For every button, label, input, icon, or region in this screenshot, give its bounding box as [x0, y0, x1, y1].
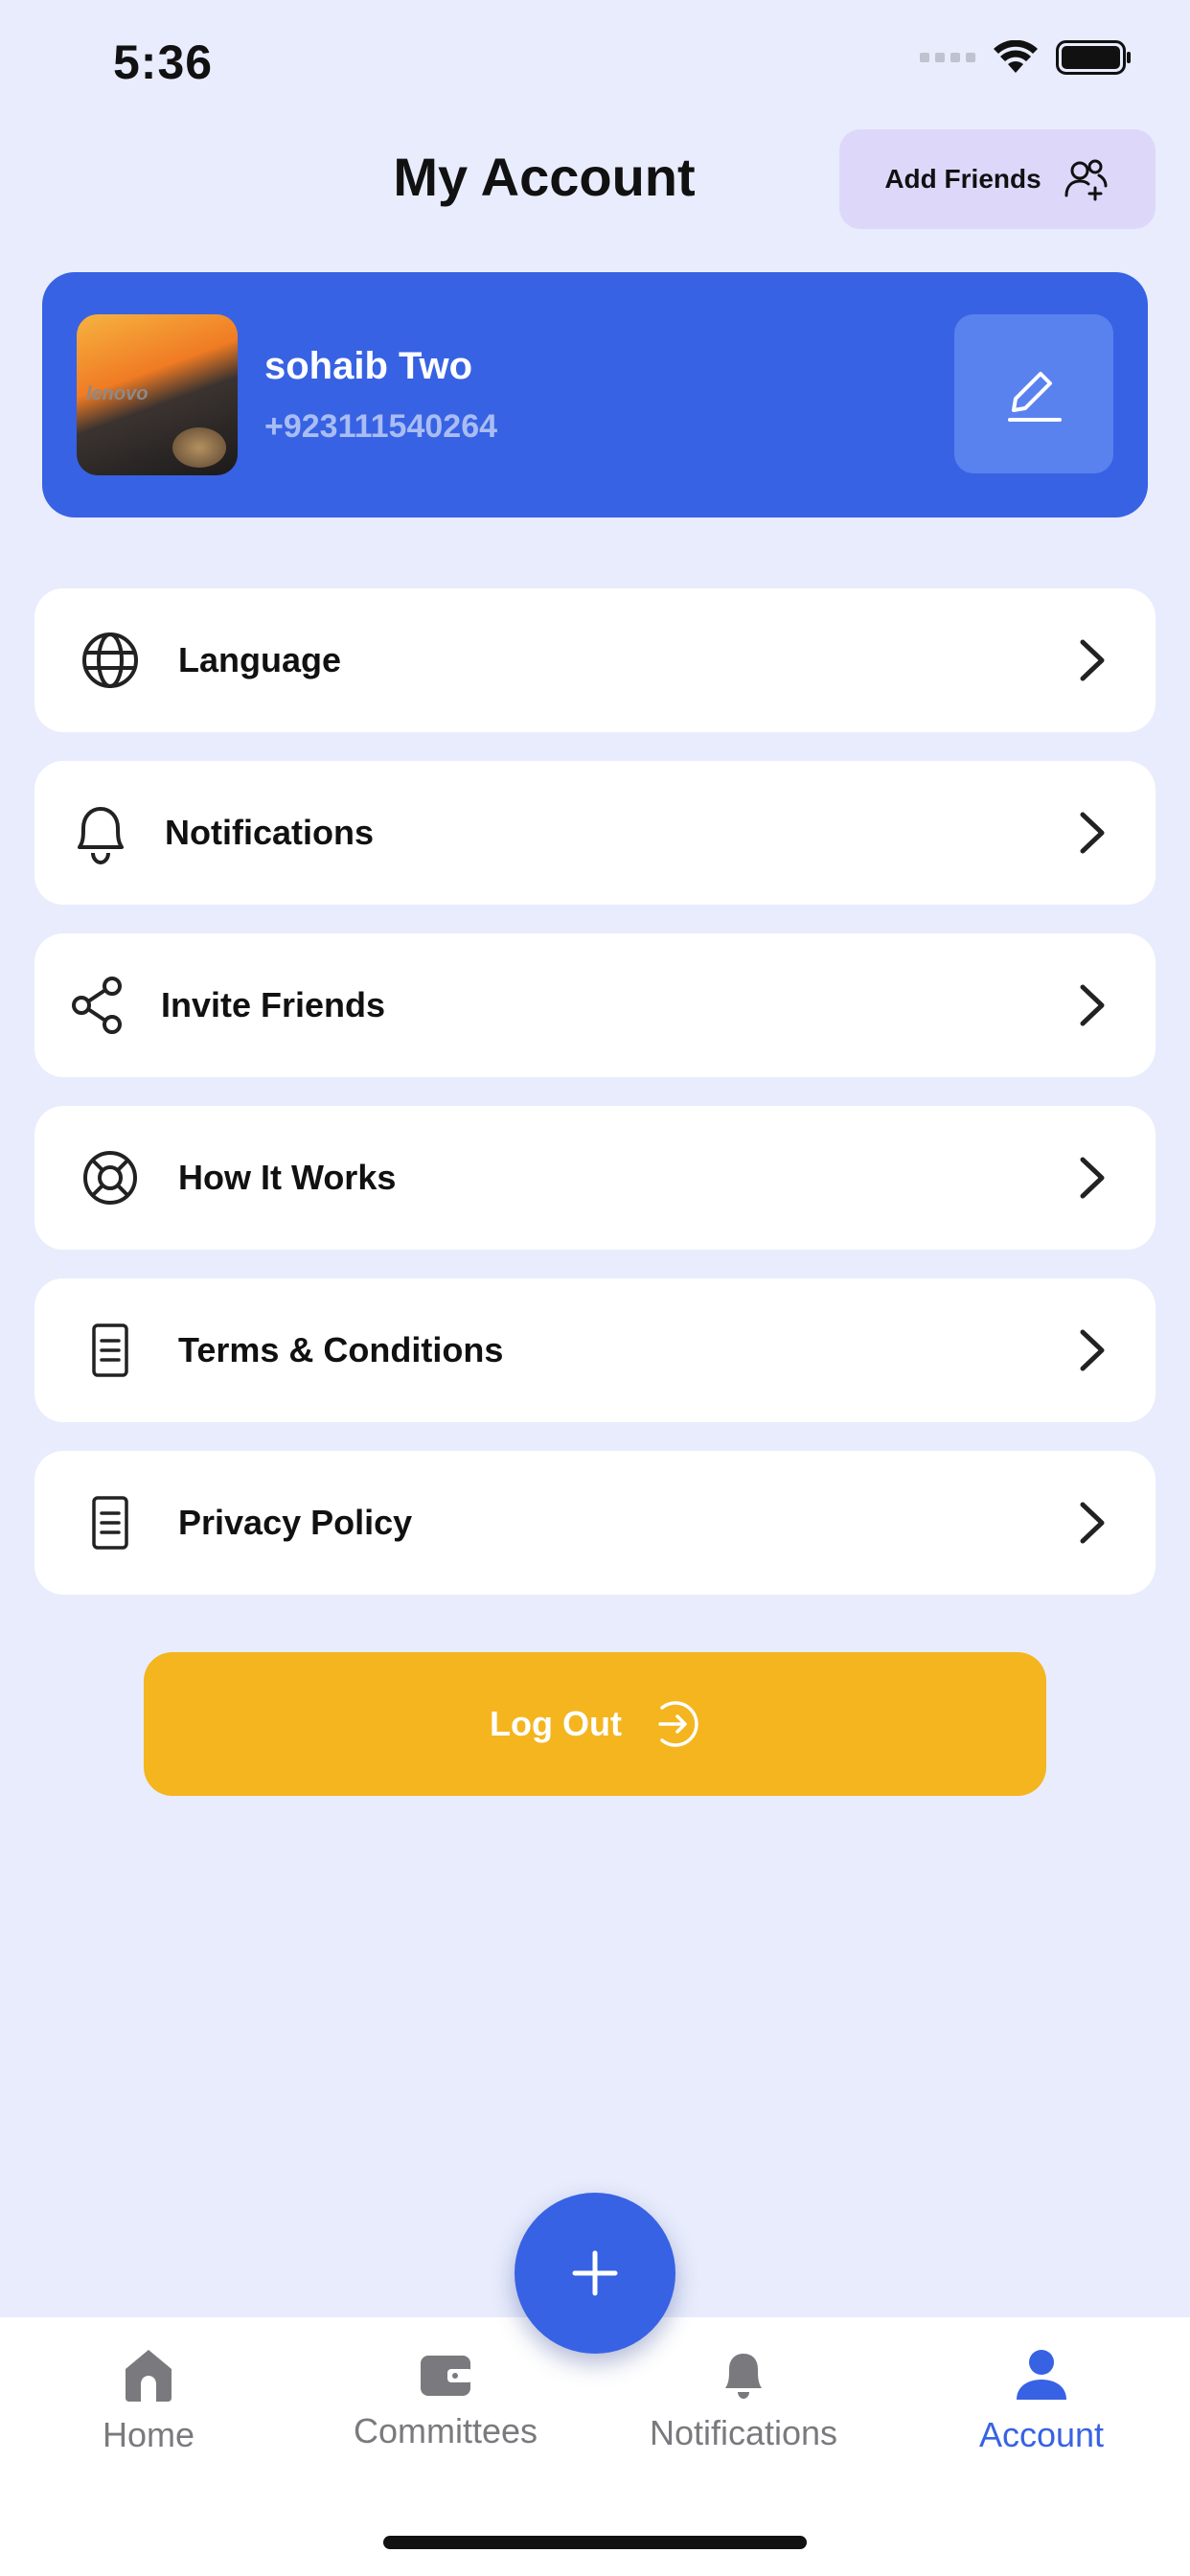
logout-label: Log Out — [490, 1704, 622, 1743]
menu-item-terms-conditions[interactable]: Terms & Conditions — [34, 1278, 1156, 1422]
menu-label: Privacy Policy — [178, 1503, 413, 1542]
wallet-icon — [421, 2356, 472, 2396]
tab-label: Home — [102, 2415, 195, 2454]
status-indicators — [920, 40, 1133, 75]
avatar: lenovo — [77, 314, 238, 475]
home-icon — [126, 2350, 172, 2402]
profile-phone: +923111540264 — [264, 408, 498, 445]
logout-arrow-icon — [658, 1701, 698, 1747]
add-friends-label: Add Friends — [884, 164, 1041, 194]
menu-item-invite-friends[interactable]: Invite Friends — [34, 933, 1156, 1077]
menu-label: Notifications — [165, 813, 375, 852]
globe-icon — [77, 627, 144, 694]
logout-button[interactable]: Log Out — [144, 1652, 1046, 1796]
chevron-right-icon — [1080, 984, 1105, 1026]
chevron-right-icon — [1080, 1157, 1105, 1199]
cellular-signal-icon — [920, 53, 975, 62]
add-friends-button[interactable]: Add Friends — [839, 129, 1156, 229]
bell-icon — [725, 2354, 762, 2399]
tab-label: Account — [978, 2415, 1105, 2454]
tab-notifications[interactable]: Notifications — [633, 2348, 854, 2453]
user-icon — [1017, 2350, 1066, 2400]
menu-label: Invite Friends — [161, 985, 386, 1024]
edit-profile-button[interactable] — [954, 314, 1113, 473]
lifebuoy-icon — [77, 1144, 144, 1211]
menu-label: How It Works — [178, 1158, 397, 1197]
tab-committees[interactable]: Committees — [335, 2352, 556, 2451]
chevron-right-icon — [1080, 1329, 1105, 1371]
chevron-right-icon — [1080, 812, 1105, 854]
document-icon — [77, 1317, 144, 1384]
avatar-object — [172, 427, 226, 468]
avatar-brand-text: lenovo — [86, 383, 149, 404]
menu-label: Language — [178, 640, 342, 679]
bell-icon — [67, 799, 134, 866]
plus-icon — [572, 2250, 618, 2296]
status-time: 5:36 — [113, 35, 214, 89]
tab-label: Notifications — [649, 2413, 838, 2452]
add-friends-icon — [1064, 159, 1108, 201]
wifi-icon — [994, 40, 1038, 73]
document-icon — [77, 1489, 144, 1556]
profile-card: lenovo sohaib Two +923111540264 — [42, 272, 1148, 518]
tab-label: Committees — [353, 2411, 538, 2450]
menu-item-notifications[interactable]: Notifications — [34, 761, 1156, 905]
pencil-icon — [1008, 372, 1062, 422]
tab-home[interactable]: Home — [38, 2346, 259, 2455]
account-screen: 5:36 My Account Add Friends lenovo sohai… — [0, 0, 1190, 2576]
menu-label: Terms & Conditions — [178, 1330, 504, 1369]
home-indicator — [383, 2536, 807, 2549]
share-icon — [65, 972, 132, 1039]
add-committee-fab[interactable] — [515, 2193, 675, 2354]
tab-account[interactable]: Account — [931, 2346, 1152, 2455]
profile-name: sohaib Two — [264, 345, 473, 387]
menu-item-privacy-policy[interactable]: Privacy Policy — [34, 1451, 1156, 1595]
chevron-right-icon — [1080, 639, 1105, 681]
battery-icon — [1056, 40, 1131, 75]
menu-item-how-it-works[interactable]: How It Works — [34, 1106, 1156, 1250]
chevron-right-icon — [1080, 1502, 1105, 1544]
menu-item-language[interactable]: Language — [34, 588, 1156, 732]
